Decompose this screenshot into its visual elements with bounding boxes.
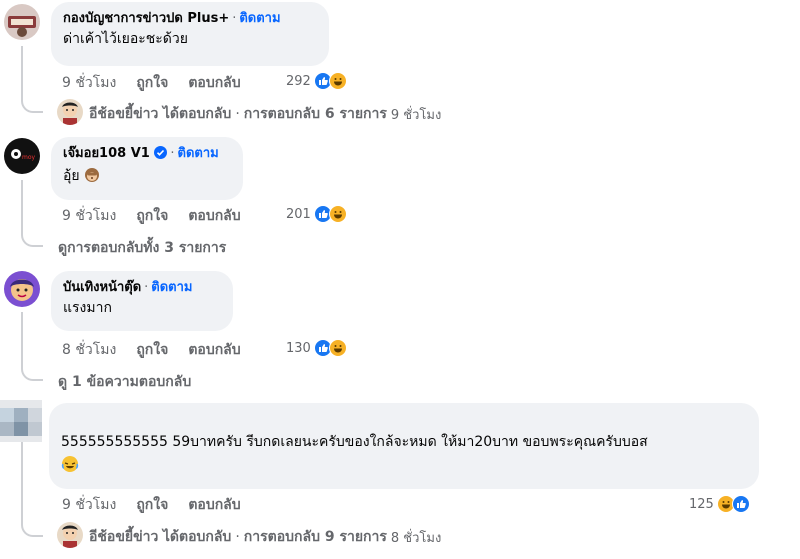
reply-button[interactable]: ตอบกลับ xyxy=(188,494,240,516)
verified-badge-icon xyxy=(154,146,168,165)
separator-dot: · xyxy=(235,106,240,122)
reaction-summary[interactable]: 125 xyxy=(689,495,750,513)
comment-author[interactable]: กองบัญชาการข่าวปด Plus+ xyxy=(63,11,229,26)
comment-actions: 8 ชั่วโมง ถูกใจ ตอบกลับ xyxy=(62,339,261,361)
haha-icon xyxy=(328,339,347,357)
laugh-tears-emoji xyxy=(61,455,747,477)
thread-connector xyxy=(21,229,43,247)
comment-text: 555555555555 59บาทครับ รีบกดเลยนะครับของ… xyxy=(61,434,648,450)
comment-bubble: เจ๊มอย108 V1 · ติดตาม อุ้ย xyxy=(51,137,243,200)
view-replies-link[interactable]: ดู 1 ข้อความตอบกลับ xyxy=(58,371,191,393)
avatar[interactable]: moy xyxy=(4,138,40,174)
reply-button[interactable]: ตอบกลับ xyxy=(188,339,240,361)
monkey-emoji xyxy=(84,167,100,190)
comment-time[interactable]: 9 ชั่วโมง xyxy=(62,205,116,227)
comment-actions: 9 ชั่วโมง ถูกใจ ตอบกลับ xyxy=(62,494,261,516)
reply-count[interactable]: การตอบกลับ 9 รายการ xyxy=(244,526,387,548)
like-button[interactable]: ถูกใจ xyxy=(136,72,168,94)
reply-count[interactable]: การตอบกลับ 6 รายการ xyxy=(244,103,387,125)
thread-line xyxy=(21,46,23,96)
comment-time[interactable]: 9 ชั่วโมง xyxy=(62,72,116,94)
reaction-summary[interactable]: 130 xyxy=(286,339,347,357)
follow-button[interactable]: ติดตาม xyxy=(178,146,219,161)
separator-dot: · xyxy=(235,529,240,545)
comment-author[interactable]: เจ๊มอย108 V1 xyxy=(63,146,150,161)
comment-text: ด่าเค้าไว้เยอะชะด้วย xyxy=(63,31,188,47)
thread-line xyxy=(21,180,23,230)
like-button[interactable]: ถูกใจ xyxy=(136,494,168,516)
separator-dot: · xyxy=(232,11,237,26)
reply-time: 8 ชั่วโมง xyxy=(390,530,442,546)
comment-text: อุ้ย xyxy=(63,168,80,184)
like-icon xyxy=(731,495,750,513)
view-replies-label[interactable]: ดู 1 ข้อความตอบกลับ xyxy=(58,371,191,393)
haha-icon xyxy=(328,205,347,223)
follow-button[interactable]: ติดตาม xyxy=(151,280,192,295)
separator-dot: · xyxy=(144,280,149,295)
thread-line xyxy=(21,312,23,364)
haha-icon xyxy=(328,72,347,90)
comment-actions: 9 ชั่วโมง ถูกใจ ตอบกลับ xyxy=(62,205,261,227)
comment-author[interactable]: บันเทิงหน้าตุ๊ด xyxy=(63,280,141,295)
avatar[interactable] xyxy=(4,271,40,307)
reply-summary[interactable]: อีช้อขยี้ข่าว ได้ตอบกลับ · การตอบกลับ 9 … xyxy=(89,526,441,548)
replied-label: ได้ตอบกลับ xyxy=(162,529,232,545)
comment-bubble: กองบัญชาการข่าวปด Plus+ · ติดตาม ด่าเค้าไว… xyxy=(51,2,329,66)
avatar[interactable] xyxy=(4,4,40,40)
reply-author[interactable]: อีช้อขยี้ข่าว xyxy=(89,103,158,125)
replied-label: ได้ตอบกลับ xyxy=(162,106,232,122)
reaction-count: 201 xyxy=(286,206,311,222)
reaction-count: 125 xyxy=(689,496,714,512)
separator-dot: · xyxy=(170,146,175,161)
like-button[interactable]: ถูกใจ xyxy=(136,205,168,227)
reaction-summary[interactable]: 201 xyxy=(286,205,347,223)
comment-bubble: บันเทิงหน้าตุ๊ด · ติดตาม แรงมาก xyxy=(51,271,233,331)
comment-time[interactable]: 8 ชั่วโมง xyxy=(62,339,116,361)
avatar-blurred[interactable] xyxy=(0,400,42,442)
view-replies-link[interactable]: ดูการตอบกลับทั้ง 3 รายการ xyxy=(58,237,226,259)
comment-bubble: 555555555555 59บาทครับ รีบกดเลยนะครับของ… xyxy=(49,403,759,489)
like-button[interactable]: ถูกใจ xyxy=(136,339,168,361)
reply-time: 9 ชั่วโมง xyxy=(390,107,442,123)
reply-button[interactable]: ตอบกลับ xyxy=(188,205,240,227)
thread-connector xyxy=(21,519,43,537)
comment-time[interactable]: 9 ชั่วโมง xyxy=(62,494,116,516)
view-replies-label[interactable]: ดูการตอบกลับทั้ง 3 รายการ xyxy=(58,237,226,259)
reaction-count: 130 xyxy=(286,340,311,356)
avatar[interactable] xyxy=(57,522,83,548)
thread-connector xyxy=(21,363,43,381)
svg-text:moy: moy xyxy=(22,154,36,161)
avatar[interactable] xyxy=(57,99,83,125)
reaction-summary[interactable]: 292 xyxy=(286,72,347,90)
thread-connector xyxy=(21,95,43,113)
reply-summary[interactable]: อีช้อขยี้ข่าว ได้ตอบกลับ · การตอบกลับ 6 … xyxy=(89,103,441,125)
comment-text: แรงมาก xyxy=(63,300,112,316)
thread-line xyxy=(21,440,23,520)
follow-button[interactable]: ติดตาม xyxy=(239,11,280,26)
reply-author[interactable]: อีช้อขยี้ข่าว xyxy=(89,526,158,548)
reply-button[interactable]: ตอบกลับ xyxy=(188,72,240,94)
comment-actions: 9 ชั่วโมง ถูกใจ ตอบกลับ xyxy=(62,72,261,94)
reaction-count: 292 xyxy=(286,73,311,89)
